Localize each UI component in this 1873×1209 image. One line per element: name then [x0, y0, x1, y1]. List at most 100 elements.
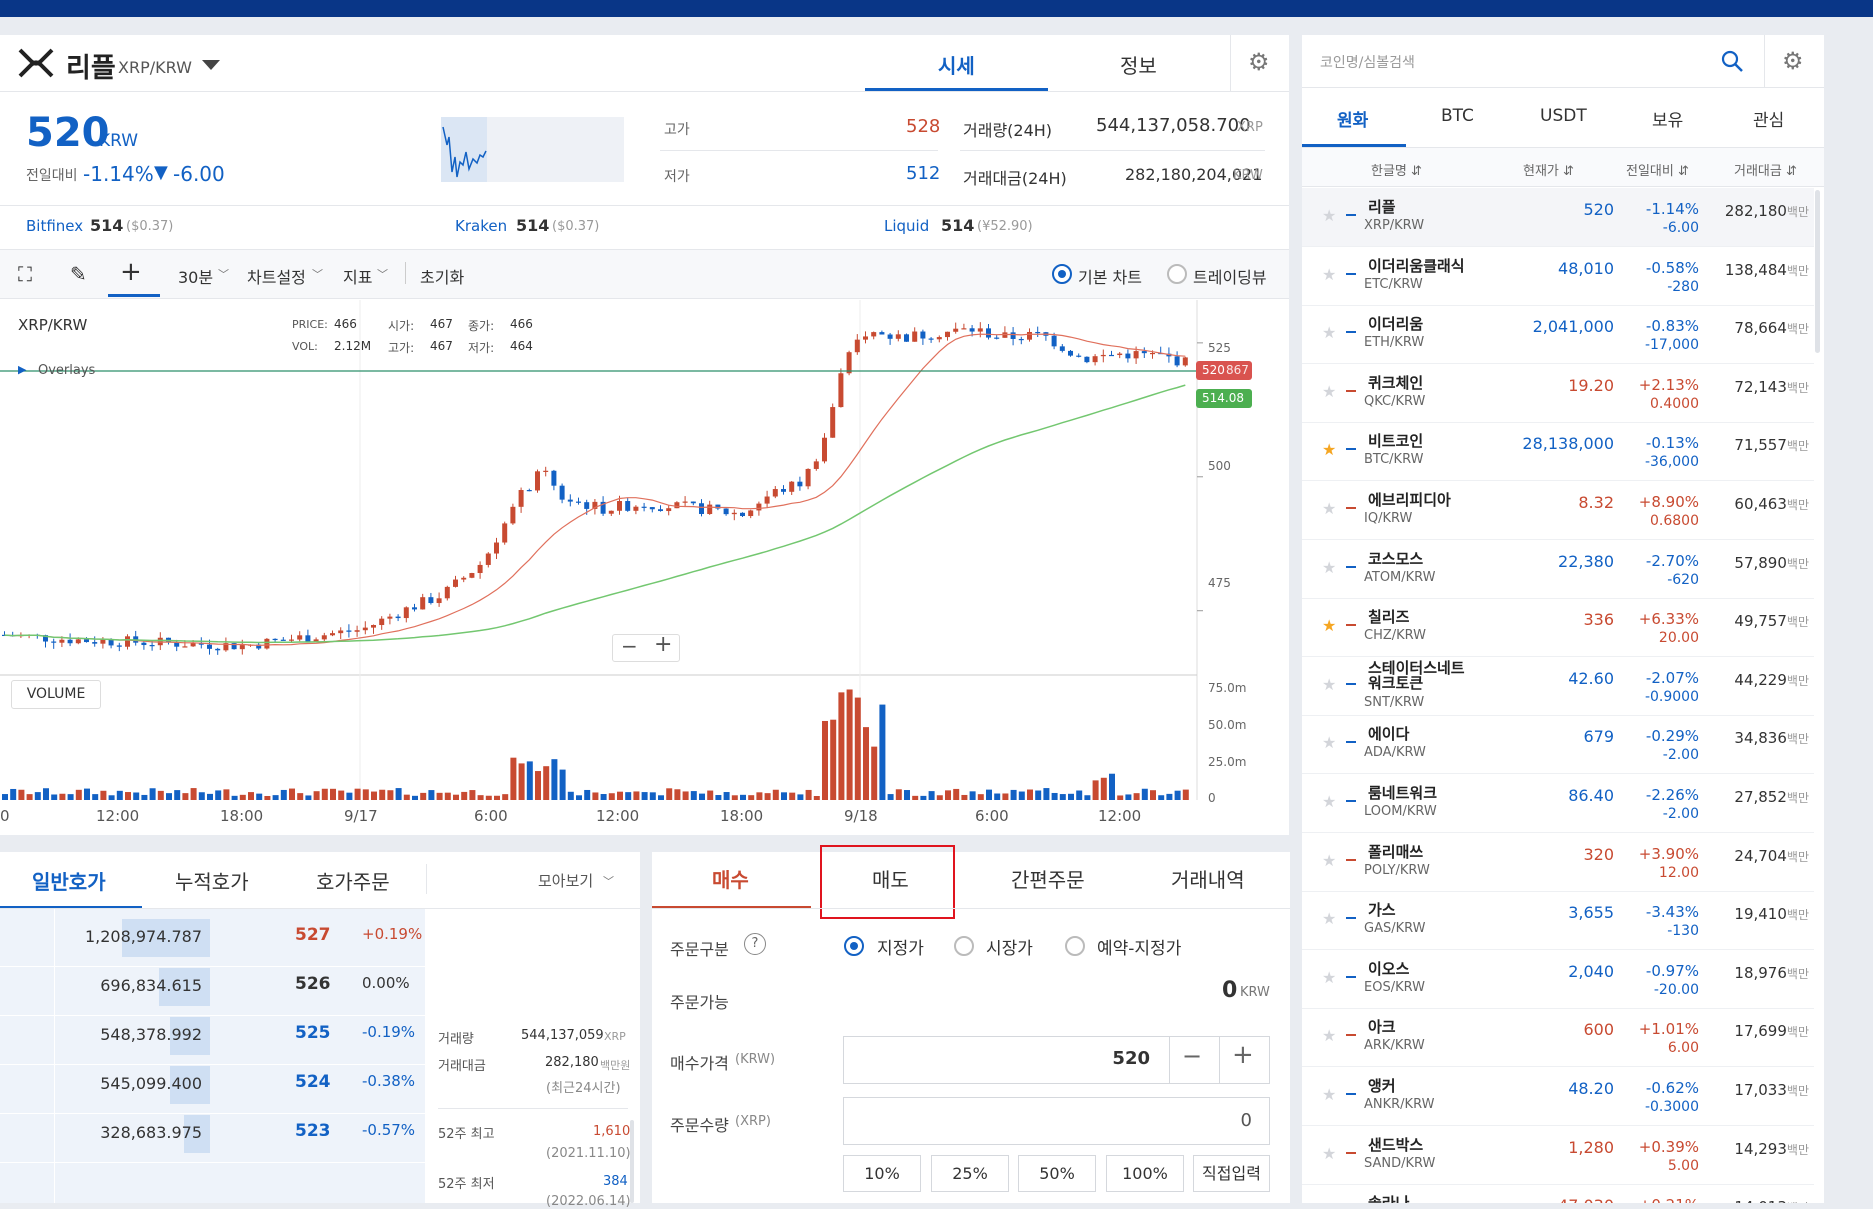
coin-name[interactable]: 리플 — [66, 46, 116, 85]
col-change[interactable]: 전일대비 ⇵ — [1626, 160, 1689, 179]
coin-row[interactable]: ★ 룸네트워크 LOOM/KRW 86.40 -2.26% -2.00 27,852백만 — [1302, 774, 1814, 833]
fullscreen-icon[interactable]: ⛶ — [18, 262, 32, 286]
tab-book-order[interactable]: 호가주문 — [316, 866, 390, 895]
coin-row[interactable]: ★ 가스 GAS/KRW 3,655 -3.43% -130 19,410백만 — [1302, 891, 1814, 951]
star-icon[interactable]: ★ — [1322, 616, 1336, 635]
ask-price[interactable]: 527 — [295, 925, 331, 945]
price-chart[interactable] — [0, 300, 1289, 835]
tradingview-label[interactable]: 트레이딩뷰 — [1193, 264, 1267, 288]
side-tab-holding[interactable]: 보유 — [1652, 106, 1683, 131]
zoom-in-button[interactable]: + — [654, 632, 672, 657]
col-name[interactable]: 한글명 ⇵ — [1371, 160, 1422, 179]
crosshair-icon[interactable]: + — [120, 257, 142, 287]
coin-row[interactable]: ★ 퀴크체인 QKC/KRW 19.20 +2.13% 0.4000 72,143백만 — [1302, 364, 1814, 423]
side-tab-favorite[interactable]: 관심 — [1753, 106, 1784, 131]
chart-settings-button[interactable]: 차트설정 — [247, 264, 306, 288]
pct-50-button[interactable]: 50% — [1018, 1155, 1096, 1192]
market-order-radio[interactable] — [954, 936, 974, 956]
coin-row[interactable]: ★ 칠리즈 CHZ/KRW 336 +6.33% 20.00 49,757백만 — [1302, 598, 1814, 658]
pct-25-button[interactable]: 25% — [931, 1155, 1009, 1192]
market-order-label[interactable]: 시장가 — [986, 934, 1033, 959]
price-increase-button[interactable]: + — [1232, 1040, 1254, 1070]
coin-row[interactable]: ★ 스테이터스네트워크토큰 SNT/KRW 42.60 -2.07% -0.9000 44,… — [1302, 657, 1814, 716]
exchange-liquid[interactable]: Liquid — [884, 217, 929, 235]
coin-row[interactable]: ★ 코스모스 ATOM/KRW 22,380 -2.70% -620 57,890백만 — [1302, 540, 1814, 599]
coin-row[interactable]: ★ 이오스 EOS/KRW 2,040 -0.97% -20.00 18,976백만 — [1302, 950, 1814, 1009]
basic-chart-radio[interactable] — [1052, 264, 1072, 284]
star-icon[interactable]: ★ — [1322, 851, 1336, 870]
help-icon[interactable]: ? — [744, 933, 766, 955]
reset-button[interactable]: 초기화 — [420, 264, 464, 288]
star-icon[interactable]: ★ — [1322, 206, 1336, 225]
star-icon[interactable]: ★ — [1322, 323, 1336, 342]
scrollbar[interactable] — [1815, 190, 1820, 353]
star-icon[interactable]: ★ — [1322, 265, 1336, 284]
tab-info[interactable]: 정보 — [1120, 50, 1157, 79]
search-icon[interactable] — [1720, 49, 1744, 73]
coin-row[interactable]: ★ 리플 XRP/KRW 520 -1.14% -6.00 282,180백만 — [1302, 188, 1814, 247]
tab-history[interactable]: 거래내역 — [1171, 864, 1245, 893]
zoom-out-button[interactable]: − — [621, 634, 638, 658]
coin-row[interactable]: ★ 폴리매쓰 POLY/KRW 320 +3.90% 12.00 24,704백만 — [1302, 833, 1814, 892]
coin-pair[interactable]: XRP/KRW — [118, 58, 192, 77]
coin-row[interactable]: ★ 에브리피디아 IQ/KRW 8.32 +8.90% 0.6800 60,463백만 — [1302, 481, 1814, 540]
price-input[interactable] — [843, 1036, 1270, 1084]
star-icon[interactable]: ★ — [1322, 499, 1336, 518]
star-icon[interactable]: ★ — [1322, 909, 1336, 928]
side-tab-krw[interactable]: 원화 — [1337, 106, 1368, 131]
overlays-toggle[interactable]: Overlays — [38, 363, 95, 378]
limit-order-label[interactable]: 지정가 — [877, 934, 924, 959]
gear-icon[interactable]: ⚙ — [1782, 47, 1804, 75]
reserved-order-radio[interactable] — [1065, 936, 1085, 956]
chevron-down-icon[interactable] — [202, 60, 220, 70]
coin-row[interactable]: ★ 앵커 ANKR/KRW 48.20 -0.62% -0.3000 17,033백만 — [1302, 1067, 1814, 1126]
indicator-button[interactable]: 지표 — [343, 264, 372, 288]
basic-chart-label[interactable]: 기본 차트 — [1078, 264, 1142, 288]
ask-price[interactable]: 526 — [295, 974, 331, 994]
star-icon[interactable]: ★ — [1322, 1085, 1336, 1104]
scrollbar[interactable] — [630, 1120, 634, 1203]
tab-price[interactable]: 시세 — [938, 50, 975, 79]
pct-100-button[interactable]: 100% — [1106, 1155, 1184, 1192]
gear-icon[interactable]: ⚙ — [1248, 48, 1270, 76]
star-icon[interactable]: ★ — [1322, 968, 1336, 987]
exchange-kraken[interactable]: Kraken — [455, 217, 507, 235]
coin-row[interactable]: ★ 이더리움클래식 ETC/KRW 48,010 -0.58% -280 138,484백만 — [1302, 247, 1814, 306]
star-icon[interactable]: ★ — [1322, 382, 1336, 401]
star-icon[interactable]: ★ — [1322, 1144, 1336, 1163]
star-icon[interactable]: ★ — [1322, 440, 1336, 459]
reserved-order-label[interactable]: 예약-지정가 — [1097, 934, 1181, 959]
ask-row[interactable]: 328,683.975 523 -0.57% — [0, 1105, 425, 1163]
pct-10-button[interactable]: 10% — [843, 1155, 921, 1192]
price-decrease-button[interactable]: − — [1182, 1042, 1202, 1070]
price-input-value[interactable]: 520 — [1090, 1048, 1150, 1069]
tab-orderbook[interactable]: 일반호가 — [32, 866, 106, 895]
tab-cumulative[interactable]: 누적호가 — [175, 866, 249, 895]
overlays-caret-icon[interactable]: ▶ — [18, 363, 26, 376]
limit-order-radio[interactable] — [844, 936, 864, 956]
view-select[interactable]: 모아보기 — [538, 870, 593, 891]
search-input[interactable]: 코인명/심볼검색 — [1320, 52, 1415, 72]
star-icon[interactable]: ★ — [1322, 675, 1336, 694]
qty-input-value[interactable]: 0 — [1230, 1110, 1252, 1131]
star-icon[interactable]: ★ — [1322, 558, 1336, 577]
side-tab-usdt[interactable]: USDT — [1540, 106, 1587, 126]
exchange-bitfinex[interactable]: Bitfinex — [26, 217, 83, 235]
pencil-icon[interactable]: ✎ — [70, 262, 87, 286]
coin-row[interactable]: ★ 에이다 ADA/KRW 679 -0.29% -2.00 34,836백만 — [1302, 715, 1814, 775]
coin-row[interactable]: ★ 비트코인 BTC/KRW 28,138,000 -0.13% -36,000 71,55… — [1302, 422, 1814, 482]
tradingview-radio[interactable] — [1167, 264, 1187, 284]
col-price[interactable]: 현재가 ⇵ — [1523, 160, 1574, 179]
coin-row[interactable]: ★솔라나47,030+0.21%14,013백만 — [1302, 1184, 1814, 1203]
star-icon[interactable]: ★ — [1322, 733, 1336, 752]
star-icon[interactable]: ★ — [1322, 792, 1336, 811]
ask-price[interactable]: 523 — [295, 1121, 331, 1141]
coin-row[interactable]: ★ 아크 ARK/KRW 600 +1.01% 6.00 17,699백만 — [1302, 1008, 1814, 1068]
col-volume[interactable]: 거래대금 ⇵ — [1734, 160, 1797, 179]
ask-price[interactable]: 524 — [295, 1072, 331, 1092]
direct-input-button[interactable]: 직접입력 — [1193, 1155, 1270, 1192]
side-tab-btc[interactable]: BTC — [1441, 106, 1474, 126]
coin-row[interactable]: ★ 이더리움 ETH/KRW 2,041,000 -0.83% -17,000 78,664… — [1302, 305, 1814, 365]
ask-price[interactable]: 525 — [295, 1023, 331, 1043]
coin-row[interactable]: ★ 샌드박스 SAND/KRW 1,280 +0.39% 5.00 14,293백만 — [1302, 1126, 1814, 1185]
